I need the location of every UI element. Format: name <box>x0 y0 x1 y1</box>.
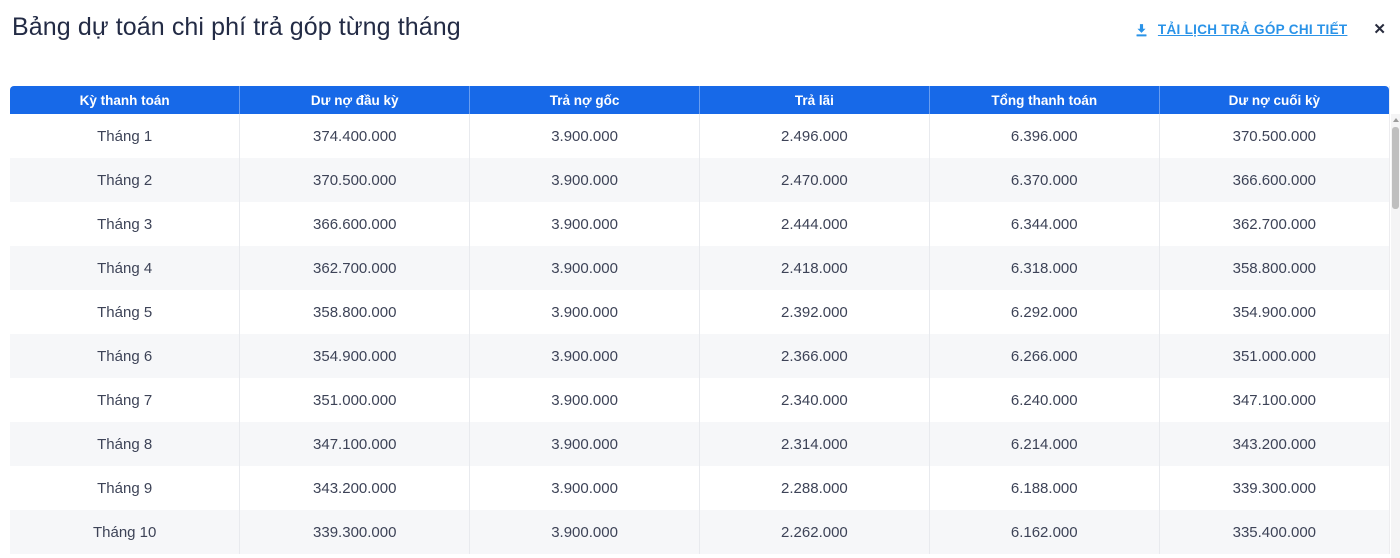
scrollbar-up-arrow-icon[interactable] <box>1392 118 1399 122</box>
table-cell: 2.314.000 <box>699 422 930 466</box>
close-button[interactable]: ✕ <box>1371 20 1388 39</box>
scrollbar-thumb[interactable] <box>1392 127 1399 209</box>
table-cell: 370.500.000 <box>239 158 471 202</box>
table-cell: 6.214.000 <box>929 422 1160 466</box>
table-row: Tháng 10 339.300.000 3.900.000 2.262.000 6.1… <box>10 510 1389 554</box>
column-header: Tổng thanh toán <box>929 86 1160 114</box>
table-cell: 3.900.000 <box>469 114 700 158</box>
table-cell: 3.900.000 <box>469 334 700 378</box>
table-cell: 6.266.000 <box>929 334 1160 378</box>
table-cell: 2.470.000 <box>699 158 930 202</box>
download-link-label: TẢI LỊCH TRẢ GÓP CHI TIẾT <box>1157 22 1348 37</box>
table-cell: 3.900.000 <box>469 378 700 422</box>
table-cell: 351.000.000 <box>1159 334 1389 378</box>
table-cell: 6.188.000 <box>929 466 1160 510</box>
table-cell: 6.396.000 <box>929 114 1160 158</box>
table-cell: Tháng 6 <box>10 334 241 378</box>
vertical-scrollbar[interactable] <box>1391 114 1400 558</box>
table-row: Tháng 4 362.700.000 3.900.000 2.418.000 6.31… <box>10 246 1389 290</box>
table-cell: Tháng 7 <box>10 378 241 422</box>
table-cell: 362.700.000 <box>239 246 471 290</box>
table-cell: Tháng 9 <box>10 466 241 510</box>
column-header: Dư nợ cuối kỳ <box>1159 86 1389 114</box>
table-cell: 3.900.000 <box>469 158 700 202</box>
table-row: Tháng 8 347.100.000 3.900.000 2.314.000 6.21… <box>10 422 1389 466</box>
table-cell: 2.262.000 <box>699 510 930 554</box>
table-cell: 370.500.000 <box>1159 114 1389 158</box>
table-cell: Tháng 4 <box>10 246 241 290</box>
table-row: Tháng 5 358.800.000 3.900.000 2.392.000 6.29… <box>10 290 1389 334</box>
table-cell: 2.340.000 <box>699 378 930 422</box>
table-cell: 374.400.000 <box>239 114 471 158</box>
table-header-row: Kỳ thanh toán Dư nợ đầu kỳ Trả nợ gốc Trả l… <box>10 86 1389 114</box>
table-body: Tháng 1 374.400.000 3.900.000 2.496.000 6.39… <box>10 114 1389 554</box>
table-cell: 3.900.000 <box>469 422 700 466</box>
table-cell: 2.288.000 <box>699 466 930 510</box>
table-cell: Tháng 1 <box>10 114 241 158</box>
table-cell: 366.600.000 <box>239 202 471 246</box>
download-icon <box>1134 22 1149 38</box>
table-cell: 343.200.000 <box>239 466 471 510</box>
table-cell: 6.370.000 <box>929 158 1160 202</box>
table-row: Tháng 2 370.500.000 3.900.000 2.470.000 6.37… <box>10 158 1389 202</box>
table-cell: Tháng 3 <box>10 202 241 246</box>
table-cell: 347.100.000 <box>239 422 471 466</box>
table-cell: 343.200.000 <box>1159 422 1389 466</box>
table-cell: 358.800.000 <box>1159 246 1389 290</box>
header-actions: TẢI LỊCH TRẢ GÓP CHI TIẾT ✕ <box>1134 20 1388 39</box>
table-cell: 339.300.000 <box>239 510 471 554</box>
table-cell: 358.800.000 <box>239 290 471 334</box>
installment-modal: Bảng dự toán chi phí trả góp từng tháng … <box>0 0 1400 558</box>
table-cell: Tháng 10 <box>10 510 241 554</box>
download-schedule-link[interactable]: TẢI LỊCH TRẢ GÓP CHI TIẾT <box>1134 22 1348 38</box>
table-cell: 2.366.000 <box>699 334 930 378</box>
table-cell: 347.100.000 <box>1159 378 1389 422</box>
table-cell: 2.392.000 <box>699 290 930 334</box>
table-cell: 354.900.000 <box>239 334 471 378</box>
table-row: Tháng 7 351.000.000 3.900.000 2.340.000 6.24… <box>10 378 1389 422</box>
column-header: Trả lãi <box>699 86 930 114</box>
table-cell: 362.700.000 <box>1159 202 1389 246</box>
table-cell: 6.344.000 <box>929 202 1160 246</box>
table-cell: Tháng 5 <box>10 290 241 334</box>
table-cell: 339.300.000 <box>1159 466 1389 510</box>
table-cell: 335.400.000 <box>1159 510 1389 554</box>
table-cell: 3.900.000 <box>469 246 700 290</box>
table-cell: Tháng 2 <box>10 158 241 202</box>
table-cell: 3.900.000 <box>469 202 700 246</box>
table-cell: 6.240.000 <box>929 378 1160 422</box>
table-cell: Tháng 8 <box>10 422 241 466</box>
table-cell: 354.900.000 <box>1159 290 1389 334</box>
table-cell: 351.000.000 <box>239 378 471 422</box>
installment-table: Kỳ thanh toán Dư nợ đầu kỳ Trả nợ gốc Trả l… <box>10 86 1390 554</box>
table-row: Tháng 1 374.400.000 3.900.000 2.496.000 6.39… <box>10 114 1389 158</box>
column-header: Trả nợ gốc <box>469 86 700 114</box>
table-cell: 3.900.000 <box>469 290 700 334</box>
table-cell: 2.444.000 <box>699 202 930 246</box>
table-row: Tháng 3 366.600.000 3.900.000 2.444.000 6.34… <box>10 202 1389 246</box>
column-header: Dư nợ đầu kỳ <box>239 86 471 114</box>
table-cell: 6.162.000 <box>929 510 1160 554</box>
table-cell: 366.600.000 <box>1159 158 1389 202</box>
table-cell: 2.418.000 <box>699 246 930 290</box>
column-header: Kỳ thanh toán <box>10 86 241 114</box>
page-title: Bảng dự toán chi phí trả góp từng tháng <box>12 13 461 41</box>
table-row: Tháng 9 343.200.000 3.900.000 2.288.000 6.18… <box>10 466 1389 510</box>
table-cell: 3.900.000 <box>469 510 700 554</box>
table-row: Tháng 6 354.900.000 3.900.000 2.366.000 6.26… <box>10 334 1389 378</box>
table-cell: 6.292.000 <box>929 290 1160 334</box>
table-cell: 6.318.000 <box>929 246 1160 290</box>
table-cell: 2.496.000 <box>699 114 930 158</box>
table-cell: 3.900.000 <box>469 466 700 510</box>
